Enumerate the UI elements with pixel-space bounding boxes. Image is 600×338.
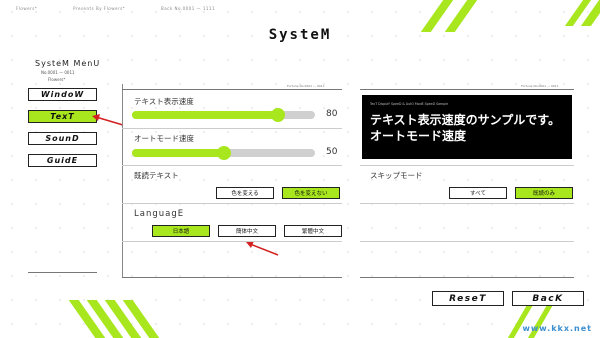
reset-button[interactable]: ReseT — [432, 291, 504, 306]
row-divider — [122, 203, 342, 204]
language-option-traditional-chinese[interactable]: 繁體中文 — [284, 225, 342, 237]
skip-mode-label: スキップモード — [370, 171, 423, 180]
text-speed-slider[interactable] — [132, 108, 315, 122]
panel-top-rule — [122, 89, 342, 90]
text-speed-sample-box: TexT DisplaY SpeeD & AutO ModE SpeeD Sam… — [362, 95, 572, 159]
preview-top-rule — [360, 89, 574, 90]
row-divider — [122, 241, 342, 242]
row-divider — [360, 241, 574, 242]
sample-text-line: テキスト表示速度のサンプルです。 — [370, 113, 561, 127]
back-button[interactable]: BacK — [512, 291, 584, 306]
read-text-option-change-color[interactable]: 色を変える — [216, 187, 274, 199]
read-text-option-keep-color[interactable]: 色を変えない — [282, 187, 340, 199]
row-divider — [122, 128, 342, 129]
row-divider — [360, 203, 574, 204]
language-label: LanguagE — [134, 209, 185, 219]
watermark-text: www.kkx.net — [522, 324, 592, 333]
text-speed-label: テキスト表示速度 — [134, 97, 194, 106]
sample-caption: TexT DisplaY SpeeD & AutO ModE SpeeD Sam… — [370, 102, 449, 106]
skip-mode-option-all[interactable]: すべて — [449, 187, 507, 199]
annotation-arrow-icon — [246, 241, 279, 256]
preview-panel-note: Fortune No.0001 — 0011 — [521, 84, 559, 88]
panel-note: Fortune No.0001 — 0011 — [287, 84, 325, 88]
panel-left-border — [122, 84, 123, 278]
annotation-arrow-icon — [92, 114, 124, 126]
language-option-simplified-chinese[interactable]: 簡体中文 — [218, 225, 276, 237]
auto-speed-label: オートモード速度 — [134, 134, 194, 143]
row-divider — [360, 165, 574, 166]
read-text-label: 既読テキスト — [134, 171, 179, 180]
language-option-japanese[interactable]: 日本語 — [152, 225, 210, 237]
auto-speed-slider-handle[interactable] — [217, 146, 231, 160]
sample-text-line: オートモード速度 — [370, 129, 467, 143]
text-speed-slider-handle[interactable] — [271, 108, 285, 122]
annotation-arrows — [92, 114, 279, 256]
panel-bottom-rule — [122, 277, 342, 278]
preview-bottom-rule — [360, 277, 574, 278]
auto-speed-slider-fill — [132, 149, 224, 157]
row-divider — [122, 165, 342, 166]
auto-speed-slider[interactable] — [132, 146, 315, 160]
skip-mode-option-read-only[interactable]: 既読のみ — [515, 187, 573, 199]
text-speed-slider-fill — [132, 111, 278, 119]
text-speed-value: 80 — [326, 109, 338, 119]
auto-speed-value: 50 — [326, 147, 338, 157]
